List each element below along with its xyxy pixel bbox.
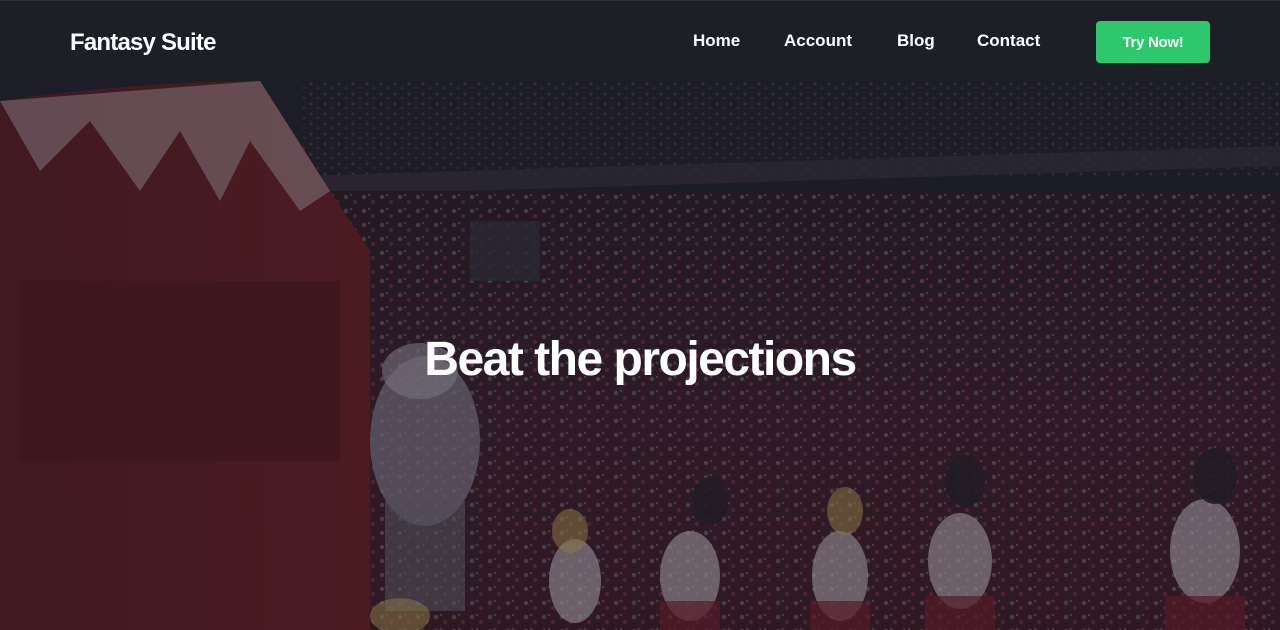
- hero-section: Beat the projections: [0, 81, 1280, 630]
- nav-link-blog[interactable]: Blog: [897, 30, 935, 52]
- brand-logo[interactable]: Fantasy Suite: [70, 29, 216, 57]
- hero-title: Beat the projections: [424, 333, 857, 386]
- nav-link-account[interactable]: Account: [784, 30, 852, 52]
- try-now-button[interactable]: Try Now!: [1096, 21, 1210, 63]
- nav-link-home[interactable]: Home: [693, 30, 740, 52]
- navbar: Fantasy Suite Home Account Blog Contact …: [0, 0, 1280, 81]
- nav-link-contact[interactable]: Contact: [977, 30, 1040, 52]
